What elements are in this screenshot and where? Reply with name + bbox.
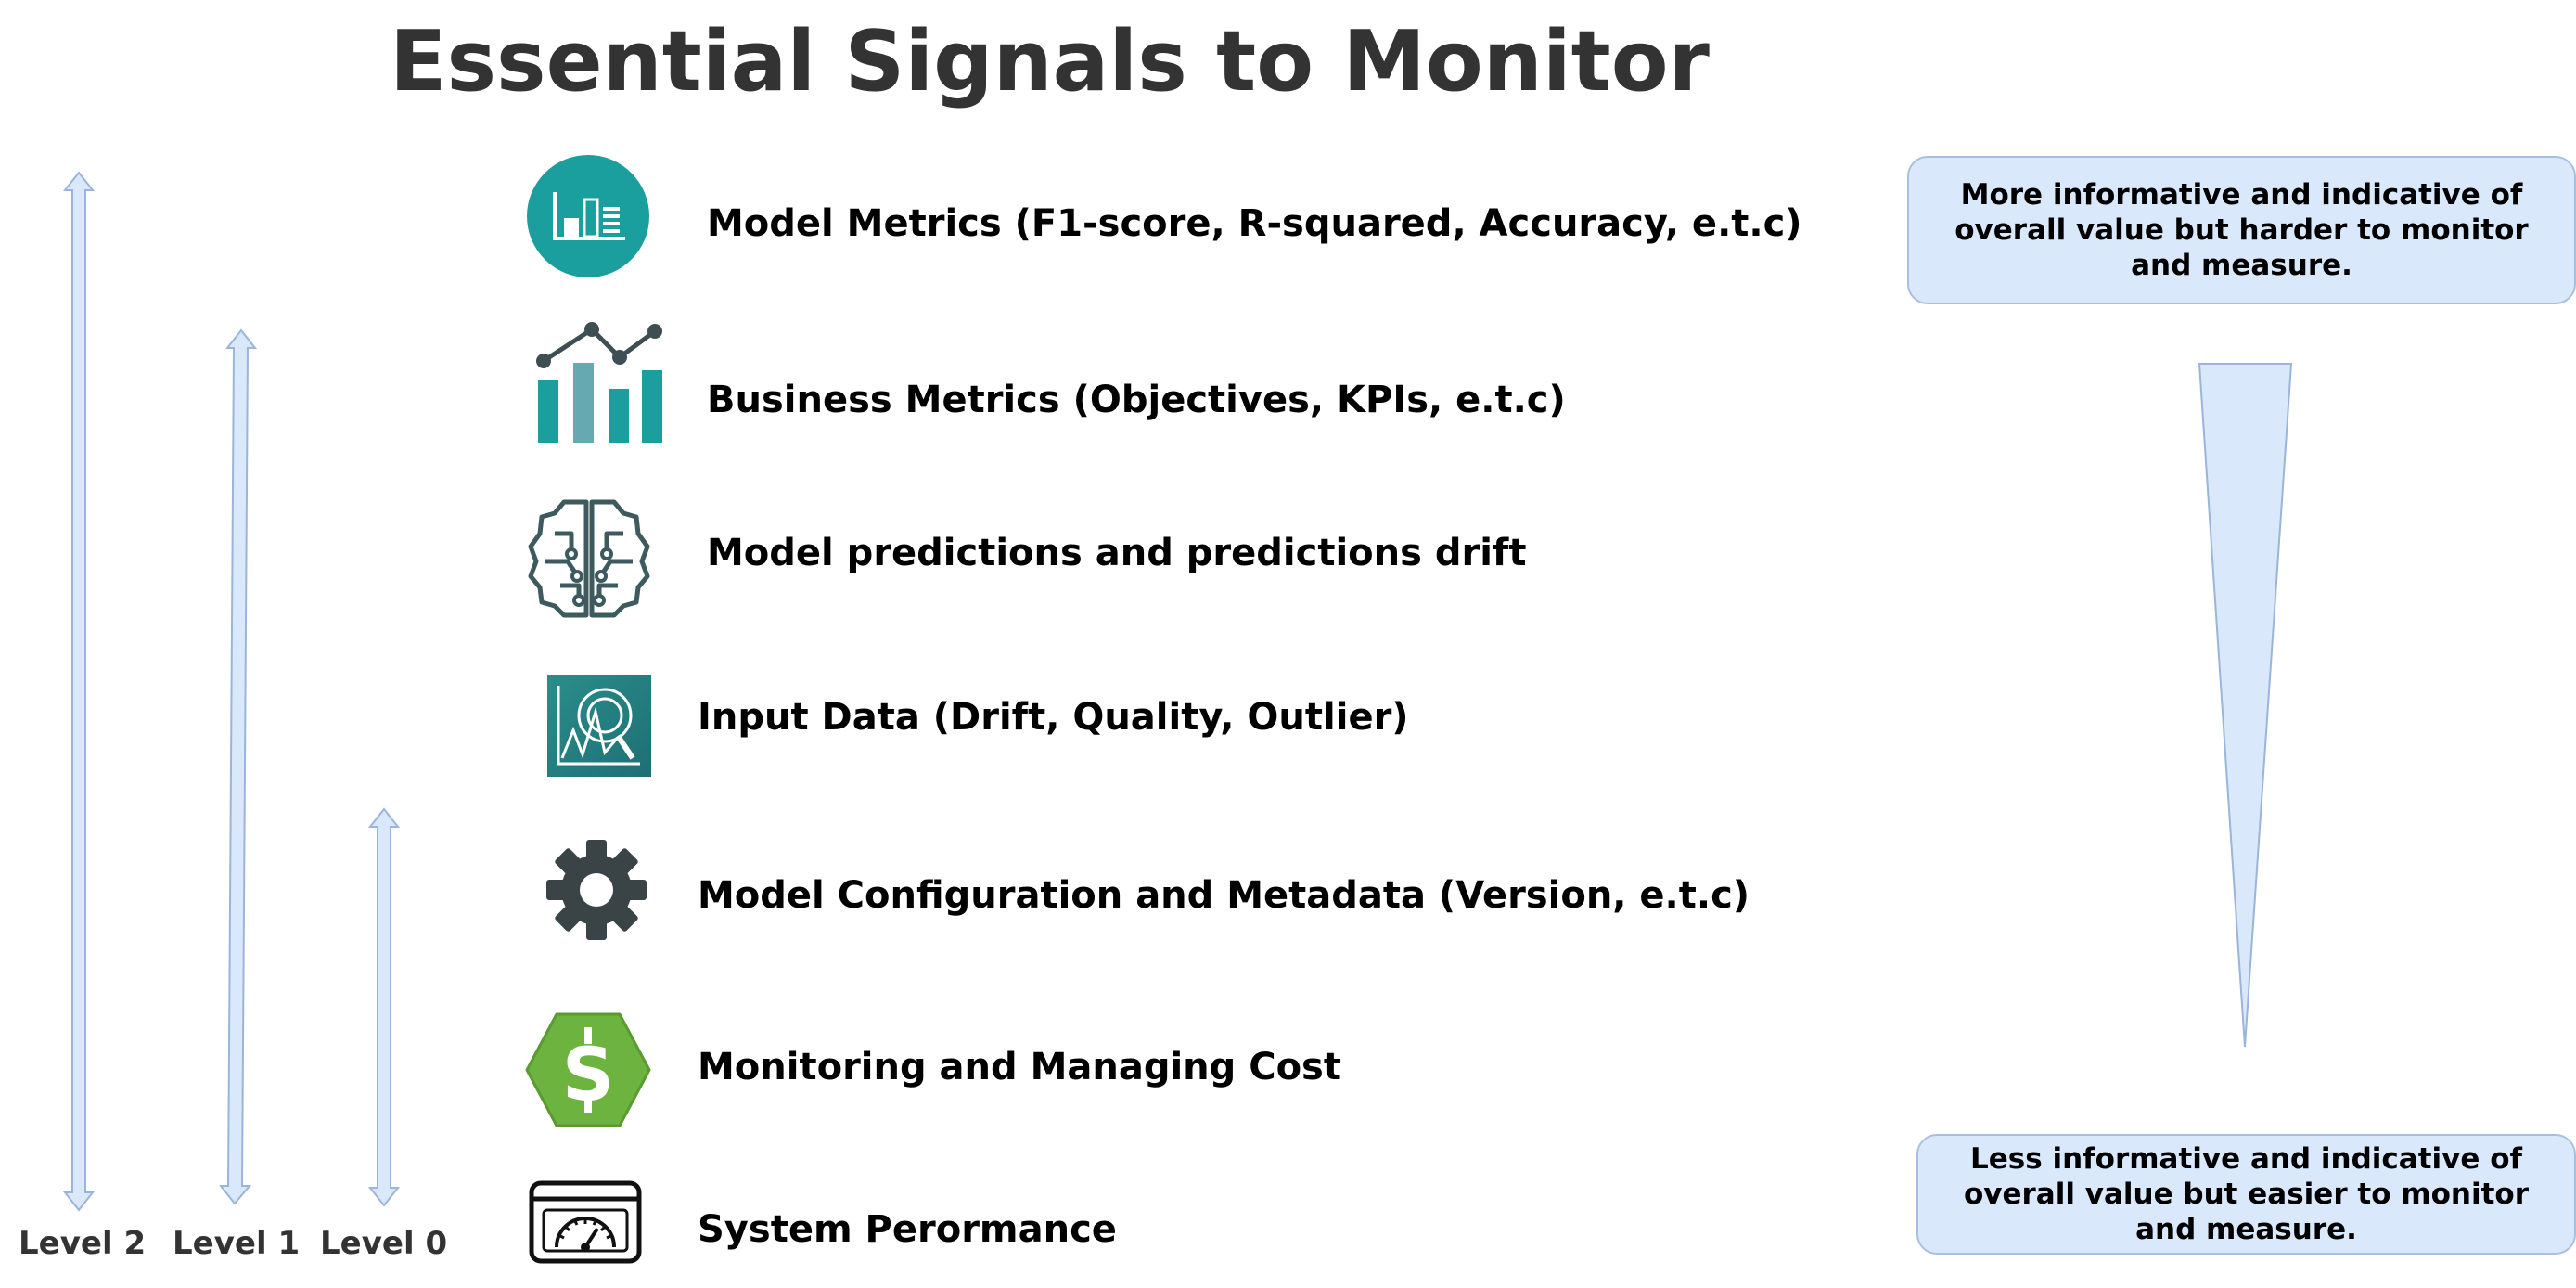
- item-model-configuration: Model Configuration and Metadata (Versio…: [698, 874, 1750, 917]
- item-model-predictions: Model predictions and predictions drift: [707, 532, 1527, 574]
- trend-bar-chart-icon: [536, 322, 662, 443]
- brain-circuit-icon: [528, 499, 650, 618]
- funnel-triangle: [2198, 363, 2293, 1048]
- bar-chart-circle-icon: [527, 155, 649, 277]
- level-2-label: Level 2: [19, 1225, 147, 1262]
- item-input-data: Input Data (Drift, Quality, Outlier): [698, 696, 1409, 739]
- level-1-label: Level 1: [173, 1225, 301, 1262]
- bottom-note-box: Less informative and indicative of overa…: [1916, 1134, 2576, 1255]
- dollar-hexagon-icon: S: [525, 1012, 651, 1127]
- level-2-arrow: [62, 171, 96, 1212]
- data-search-icon: [547, 675, 651, 777]
- level-0-arrow: [367, 807, 401, 1207]
- item-business-metrics: Business Metrics (Objectives, KPIs, e.t.…: [707, 379, 1566, 421]
- item-system-performance: System Perormance: [698, 1208, 1117, 1251]
- level-1-arrow: [218, 328, 258, 1205]
- item-managing-cost: Monitoring and Managing Cost: [698, 1046, 1341, 1088]
- level-0-label: Level 0: [320, 1225, 448, 1262]
- item-model-metrics: Model Metrics (F1-score, R-squared, Accu…: [707, 202, 1802, 245]
- dashboard-gauge-icon: [529, 1180, 642, 1264]
- gear-icon: [546, 840, 647, 940]
- top-note-box: More informative and indicative of overa…: [1907, 156, 2576, 304]
